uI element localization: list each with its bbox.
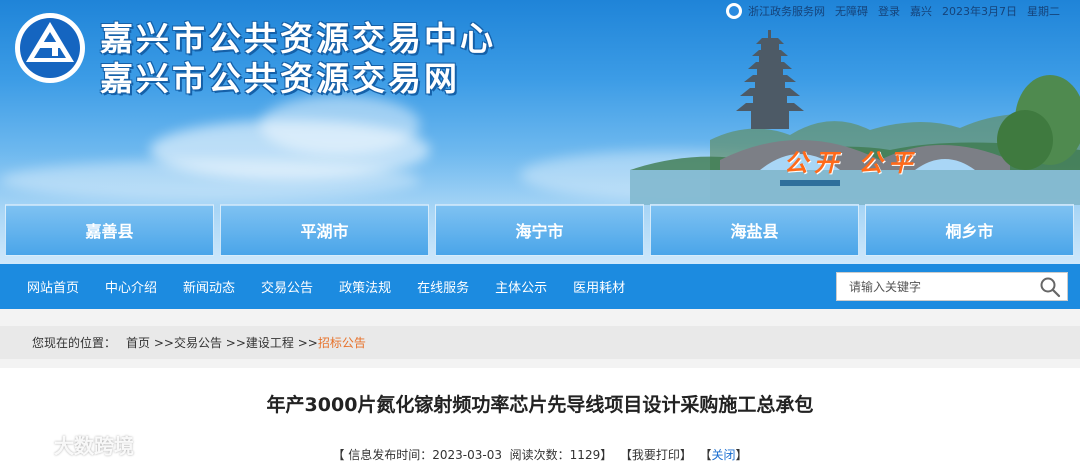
search-box — [836, 272, 1068, 301]
main-nav: 网站首页 中心介绍 新闻动态 交易公告 政策法规 在线服务 主体公示 医用耗材 — [0, 264, 1080, 309]
article-title: 年产3000片氮化镓射频功率芯片先导线项目设计采购施工总承包 — [266, 394, 814, 416]
nav-item-policies[interactable]: 政策法规 — [339, 277, 391, 296]
accessibility-link[interactable]: 无障碍 — [835, 3, 868, 19]
county-link-jiashan[interactable]: 嘉善县 — [5, 204, 214, 256]
views-label: 阅读次数： — [509, 448, 570, 462]
watermark-text: 大数跨境 — [54, 434, 134, 458]
publish-label: 【 信息发布时间： — [332, 448, 433, 462]
watermark: 大数跨境 — [8, 430, 134, 459]
breadcrumb-label: 您现在的位置： — [32, 336, 117, 350]
zhejiang-portal-link[interactable]: 浙江政务服务网 — [748, 3, 825, 19]
nav-item-home[interactable]: 网站首页 — [27, 277, 79, 296]
breadcrumb-home[interactable]: 首页 >> — [126, 334, 174, 351]
zhejiang-gov-icon — [726, 3, 742, 19]
county-link-pinghu[interactable]: 平湖市 — [220, 204, 429, 256]
date-label: 2023年3月7日 — [942, 5, 1017, 18]
nav-item-about[interactable]: 中心介绍 — [105, 277, 157, 296]
watermark-logo-icon — [8, 436, 47, 453]
close-button[interactable]: 关闭 — [712, 448, 736, 462]
weekday-label: 星期二 — [1027, 5, 1060, 18]
views-count: 1129 — [569, 448, 601, 462]
cloud-decoration — [260, 95, 420, 155]
cloud-decoration — [0, 160, 420, 200]
breadcrumb-announcements[interactable]: 交易公告 >> — [174, 334, 246, 351]
site-title-network: 嘉兴市公共资源交易网 — [100, 59, 460, 98]
breadcrumb-bar: 您现在的位置： 首页 >> 交易公告 >> 建设工程 >> 招标公告 — [0, 326, 1080, 359]
publish-date: 2023-03-03 — [432, 448, 503, 462]
county-link-tongxiang[interactable]: 桐乡市 — [865, 204, 1074, 256]
top-utility-bar: 浙江政务服务网 无障碍 登录 嘉兴 2023年3月7日 星期二 — [726, 2, 1070, 20]
print-button[interactable]: 【我要打印】 — [620, 448, 692, 462]
breadcrumb: 您现在的位置： 首页 >> 交易公告 >> 建设工程 >> 招标公告 — [32, 326, 366, 359]
breadcrumb-current[interactable]: 招标公告 — [318, 334, 366, 351]
search-icon[interactable] — [1039, 276, 1061, 298]
nav-item-online-service[interactable]: 在线服务 — [417, 277, 469, 296]
county-link-haining[interactable]: 海宁市 — [435, 204, 644, 256]
search-input[interactable] — [837, 273, 1033, 300]
county-links: 嘉善县 平湖市 海宁市 海盐县 桐乡市 — [0, 204, 1080, 258]
nav-item-entity-publicity[interactable]: 主体公示 — [495, 277, 547, 296]
site-logo — [15, 13, 85, 83]
county-link-haiyan[interactable]: 海盐县 — [650, 204, 859, 256]
slogan-text: 公开 公平 — [784, 148, 919, 177]
breadcrumb-construction[interactable]: 建设工程 >> — [246, 334, 318, 351]
login-link[interactable]: 登录 — [878, 3, 900, 19]
nav-item-medical-supplies[interactable]: 医用耗材 — [573, 277, 625, 296]
article-panel: 年产3000片氮化镓射频功率芯片先导线项目设计采购施工总承包 【 信息发布时间：… — [0, 368, 1080, 468]
article-meta: 【 信息发布时间：2023-03-03 阅读次数：1129】 【我要打印】 【关… — [332, 448, 748, 462]
nav-item-news[interactable]: 新闻动态 — [183, 277, 235, 296]
nav-item-announcements[interactable]: 交易公告 — [261, 277, 313, 296]
city-label: 嘉兴 — [910, 5, 932, 18]
